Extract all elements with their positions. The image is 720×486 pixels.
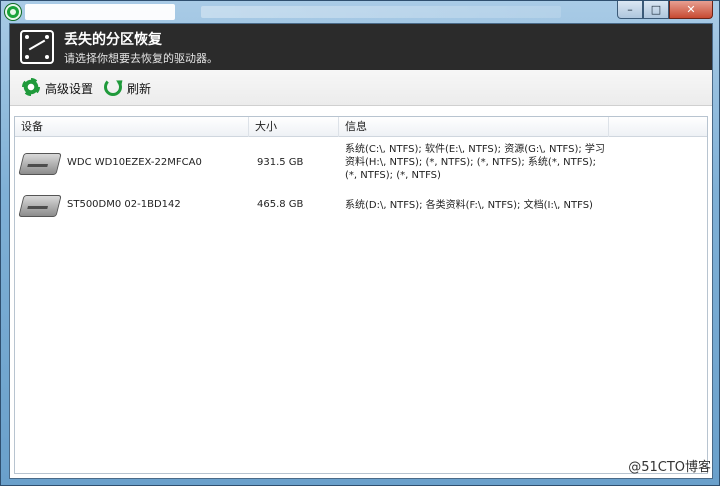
table-header: 设备 大小 信息 (15, 117, 707, 137)
table-row[interactable]: WDC WD10EZEX-22MFCA0 931.5 GB 系统(C:\, NT… (15, 141, 707, 185)
gear-icon (22, 78, 42, 98)
watermark: @51CTO博客 (628, 460, 711, 475)
app-window: – □ ✕ 丢失的分区恢复 请选择你想要去恢复的驱动器。 高级设置 刷新 设备 … (0, 0, 720, 486)
page-header: 丢失的分区恢复 请选择你想要去恢复的驱动器。 (10, 24, 712, 70)
title-bar-background-blur (201, 6, 561, 18)
device-size: 931.5 GB (257, 157, 304, 168)
column-header-info[interactable]: 信息 (339, 117, 609, 137)
maximize-button[interactable]: □ (643, 1, 669, 19)
hard-drive-icon (18, 195, 62, 217)
device-name: WDC WD10EZEX-22MFCA0 (67, 157, 202, 168)
refresh-label: 刷新 (127, 81, 152, 96)
window-controls: – □ ✕ (617, 1, 713, 21)
client-area: 丢失的分区恢复 请选择你想要去恢复的驱动器。 高级设置 刷新 设备 大小 信息 … (9, 23, 713, 479)
column-header-size[interactable]: 大小 (249, 117, 339, 137)
page-title: 丢失的分区恢复 (64, 32, 162, 48)
device-info: 系统(D:\, NTFS); 各类资料(F:\, NTFS); 文档(I:\, … (345, 200, 593, 211)
hard-drive-icon (18, 153, 62, 175)
table-row[interactable]: ST500DM0 02-1BD142 465.8 GB 系统(D:\, NTFS… (15, 191, 707, 221)
toolbar: 高级设置 刷新 (10, 70, 712, 106)
refresh-button[interactable]: 刷新 (104, 78, 151, 98)
device-name: ST500DM0 02-1BD142 (67, 199, 181, 210)
minimize-button[interactable]: – (617, 1, 643, 19)
drive-table: 设备 大小 信息 WDC WD10EZEX-22MFCA0 931.5 GB 系… (14, 116, 708, 474)
advanced-settings-button[interactable]: 高级设置 (22, 78, 93, 98)
column-header-device[interactable]: 设备 (15, 117, 249, 137)
refresh-icon (104, 78, 124, 98)
close-button[interactable]: ✕ (669, 1, 713, 19)
page-subtitle: 请选择你想要去恢复的驱动器。 (64, 52, 218, 65)
device-info: 系统(C:\, NTFS); 软件(E:\, NTFS); 资源(G:\, NT… (345, 144, 605, 181)
device-size: 465.8 GB (257, 199, 304, 210)
title-bar[interactable]: – □ ✕ (1, 1, 719, 23)
app-logo-icon (5, 4, 21, 20)
advanced-settings-label: 高级设置 (45, 81, 94, 96)
partition-drive-icon (20, 30, 54, 64)
window-title-redacted (25, 4, 175, 20)
